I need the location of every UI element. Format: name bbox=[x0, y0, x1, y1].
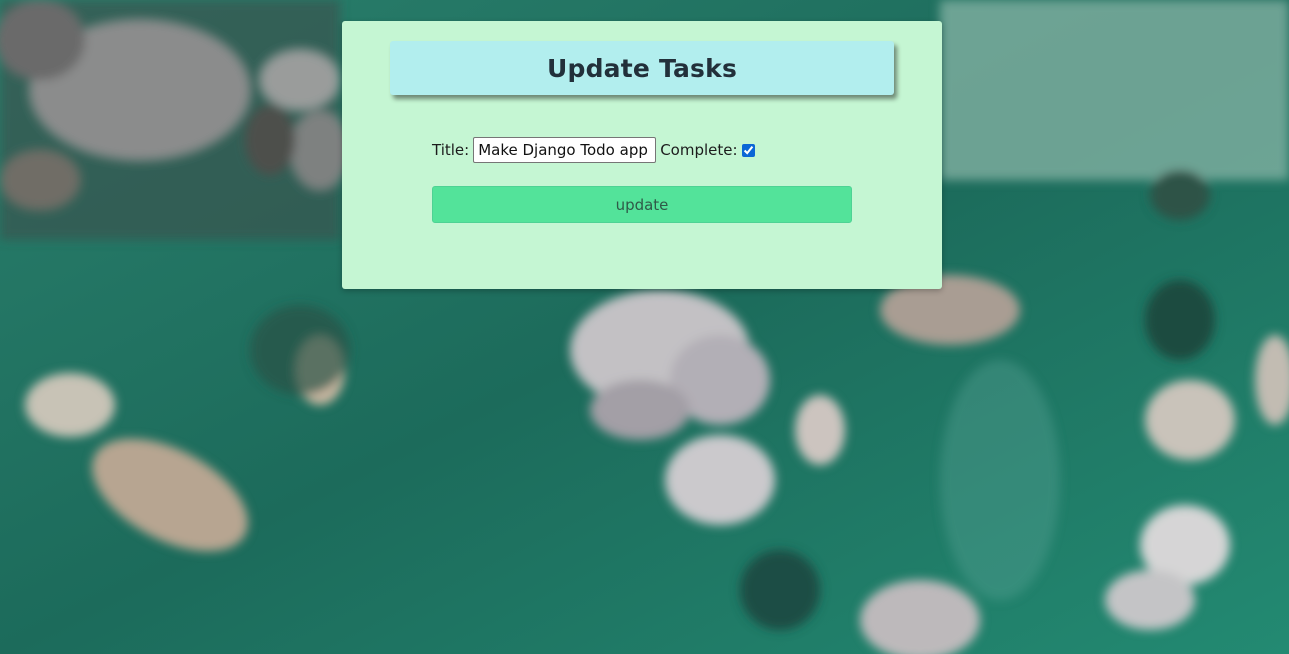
page-title: Update Tasks bbox=[546, 53, 738, 83]
title-input[interactable] bbox=[473, 137, 657, 163]
update-button[interactable]: update bbox=[432, 186, 852, 223]
complete-label: Complete: bbox=[660, 141, 738, 159]
page-header: Update Tasks bbox=[390, 41, 894, 95]
title-label: Title: bbox=[432, 141, 470, 159]
form-row: Title: Complete: bbox=[432, 135, 755, 165]
complete-checkbox[interactable] bbox=[741, 143, 755, 157]
update-task-card: Update Tasks Title: Complete: update bbox=[342, 21, 942, 289]
